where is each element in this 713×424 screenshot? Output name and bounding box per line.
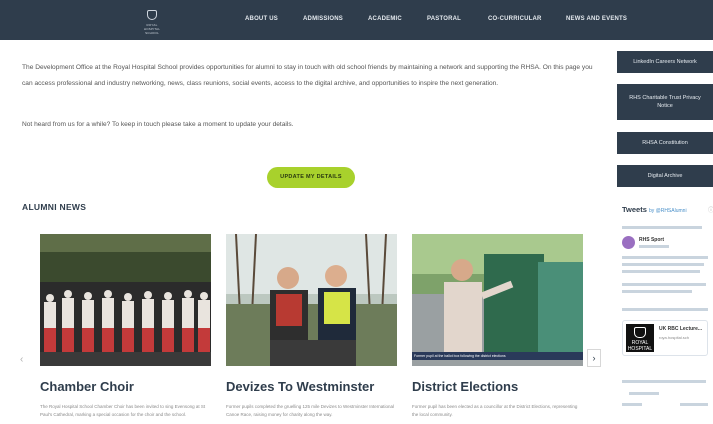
chamber-choir-image[interactable]: [40, 234, 211, 366]
linkedin-careers-network-button[interactable]: LinkedIn Careers Network: [617, 51, 713, 73]
tweet-card-logo: ROYAL HOSPITAL: [626, 324, 654, 352]
tweet-text-line: [622, 290, 692, 293]
tweet-text-line: [622, 256, 708, 259]
card-excerpt-chamber-choir: The Royal Hospital School Chamber Choir …: [40, 404, 206, 417]
charitable-trust-privacy-label: RHS Charitable Trust Privacy Notice: [629, 95, 701, 109]
digital-archive-button[interactable]: Digital Archive: [617, 165, 713, 187]
update-my-details-button[interactable]: UPDATE MY DETAILS: [267, 167, 355, 188]
crest-icon: [147, 10, 157, 20]
district-elections-caption: Former pupil at the ballot box following…: [414, 354, 506, 358]
card-title-chamber-choir[interactable]: Chamber Choir: [40, 379, 134, 394]
nav-academic[interactable]: ACADEMIC: [368, 16, 402, 22]
tweets-title-text: Tweets: [622, 205, 647, 214]
tweet-card-source: roya.hospital.sch: [659, 335, 690, 340]
tweet-card-title: UK RBC Lecture...: [659, 326, 703, 332]
linkedin-careers-network-label: LinkedIn Careers Network: [633, 59, 697, 65]
card-excerpt-devizes-to-westminster: Former pupils completed the gruelling 12…: [226, 404, 394, 417]
elections-photo: [412, 234, 583, 366]
tweet-embed-link[interactable]: [622, 403, 642, 406]
alumni-news-heading: ALUMNI NEWS: [22, 202, 87, 212]
tweet-card-logo-text: ROYAL HOSPITAL: [627, 340, 653, 352]
tweet-text-line: [622, 263, 704, 266]
tweets-widget-title: Tweets by @RHSAlumni: [622, 205, 687, 214]
tweet-author-name[interactable]: RHS Sport: [639, 237, 664, 243]
devizes-to-westminster-image[interactable]: [226, 234, 397, 366]
choir-photo: [40, 234, 211, 366]
tweets-by-handle[interactable]: by @RHSAlumni: [649, 208, 687, 214]
rhsa-constitution-button[interactable]: RHSA Constitution: [617, 132, 713, 154]
district-elections-image[interactable]: Former pupil at the ballot box following…: [412, 234, 583, 366]
carousel-next-arrow[interactable]: ›: [587, 349, 601, 367]
tweet-view-on-twitter-link[interactable]: [680, 403, 708, 406]
rhsa-constitution-label: RHSA Constitution: [642, 140, 688, 146]
card-excerpt-district-elections: Former pupil has been elected as a counc…: [412, 404, 578, 417]
tweet-retweet-line: [622, 226, 702, 229]
tweet-author-avatar[interactable]: [622, 236, 635, 249]
update-prompt: Not heard from us for a while? To keep i…: [22, 121, 294, 128]
card-title-devizes-to-westminster[interactable]: Devizes To Westminster: [226, 379, 374, 394]
nav-pastoral[interactable]: PASTORAL: [427, 16, 461, 22]
tweet-text-line: [622, 283, 706, 286]
nav-news-and-events[interactable]: NEWS AND EVENTS: [566, 16, 627, 22]
carousel-prev-arrow[interactable]: ‹: [20, 354, 23, 365]
card-title-district-elections[interactable]: District Elections: [412, 379, 518, 394]
charitable-trust-privacy-button[interactable]: RHS Charitable Trust Privacy Notice: [617, 84, 713, 120]
info-icon[interactable]: ⓘ: [708, 205, 713, 214]
digital-archive-label: Digital Archive: [647, 173, 683, 179]
nav-about-us[interactable]: ABOUT US: [245, 16, 278, 22]
nav-co-curricular[interactable]: CO-CURRICULAR: [488, 16, 542, 22]
site-header: ROYAL HOSPITAL SCHOOL ABOUT US ADMISSION…: [0, 0, 713, 40]
intro-paragraph: The Development Office at the Royal Hosp…: [22, 64, 593, 87]
tweet-author-line: [629, 392, 659, 395]
tweet-retweet-line: [622, 380, 706, 383]
rowers-photo: [226, 234, 397, 366]
logo-text: ROYAL HOSPITAL SCHOOL: [143, 23, 161, 35]
tweet-author-handle-line: [639, 245, 669, 248]
school-logo[interactable]: ROYAL HOSPITAL SCHOOL: [140, 8, 164, 35]
nav-admissions[interactable]: ADMISSIONS: [303, 16, 343, 22]
tweet-link-card[interactable]: ROYAL HOSPITAL UK RBC Lecture... roya.ho…: [622, 320, 708, 356]
crest-icon: [634, 327, 646, 338]
tweet-text-line: [622, 270, 700, 273]
tweet-text-line: [622, 308, 708, 311]
